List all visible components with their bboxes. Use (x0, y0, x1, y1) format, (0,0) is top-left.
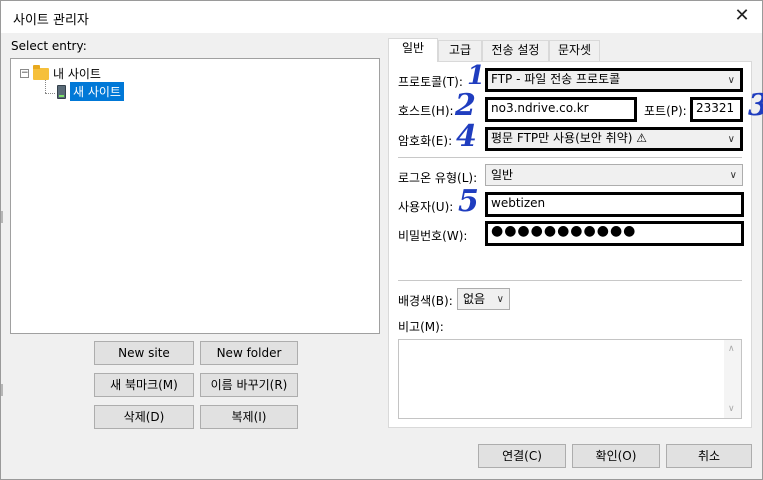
ok-button[interactable]: 확인(O) (572, 444, 660, 468)
title-bar: 사이트 관리자 ✕ (1, 1, 762, 33)
port-label: 포트(P): (644, 104, 687, 118)
annotation-number: 2 (455, 88, 476, 123)
select-entry-label: Select entry: (11, 39, 87, 53)
chevron-down-icon: ∨ (727, 75, 735, 86)
window-title: 사이트 관리자 (13, 13, 89, 28)
tree-item-label-selected: 새 사이트 (70, 82, 124, 101)
server-icon (57, 84, 66, 99)
background-window-edge (1, 384, 3, 396)
annotation-number: 4 (456, 119, 477, 154)
host-label: 호스트(H): (398, 104, 454, 118)
annotation-number: 1 (467, 61, 486, 91)
connect-button[interactable]: 연결(C) (478, 444, 566, 468)
comments-textarea[interactable]: ∧ ∨ (398, 339, 742, 419)
new-site-button[interactable]: New site (94, 341, 194, 365)
new-bookmark-button[interactable]: 새 북마크(M) (94, 373, 194, 397)
tree-connector (45, 93, 55, 94)
tree-item-my-sites[interactable]: − 내 사이트 (20, 64, 101, 82)
port-input[interactable]: 23321 (690, 97, 743, 122)
background-color-label: 배경색(B): (398, 294, 453, 308)
encryption-label: 암호화(E): (398, 134, 453, 148)
encryption-select[interactable]: 평문 FTP만 사용(보안 취약) ⚠ ∨ (485, 127, 743, 151)
tree-connector (45, 80, 46, 93)
site-tree[interactable]: − 내 사이트 새 사이트 (10, 58, 380, 334)
delete-button[interactable]: 삭제(D) (94, 405, 194, 429)
host-input[interactable]: no3.ndrive.co.kr (485, 97, 637, 122)
chevron-down-icon: ∨ (496, 294, 504, 305)
site-manager-dialog: 사이트 관리자 ✕ Select entry: − 내 사이트 새 사이트 Ne… (0, 0, 763, 480)
background-window-edge (1, 211, 3, 223)
logon-type-value: 일반 (491, 168, 514, 182)
comments-label: 비고(M): (398, 320, 444, 334)
annotation-number: 5 (458, 184, 479, 219)
protocol-select[interactable]: FTP - 파일 전송 프로토콜 ∨ (485, 68, 743, 92)
annotation-number: 3 (748, 88, 763, 123)
duplicate-button[interactable]: 복제(I) (200, 405, 298, 429)
tab-general[interactable]: 일반 (388, 38, 438, 62)
scroll-up-icon[interactable]: ∧ (728, 344, 735, 354)
protocol-label: 프로토콜(T): (398, 75, 463, 89)
tree-item-new-site[interactable]: 새 사이트 (57, 82, 124, 101)
password-label: 비밀번호(W): (398, 229, 468, 243)
tab-charset[interactable]: 문자셋 (549, 40, 600, 61)
separator (398, 157, 742, 158)
protocol-value: FTP - 파일 전송 프로토콜 (491, 72, 621, 86)
tree-item-label: 내 사이트 (53, 67, 101, 81)
user-input[interactable]: webtizen (485, 192, 744, 217)
background-color-value: 없음 (463, 292, 486, 306)
rename-button[interactable]: 이름 바꾸기(R) (200, 373, 298, 397)
new-folder-button[interactable]: New folder (200, 341, 298, 365)
chevron-down-icon: ∨ (729, 170, 737, 181)
scroll-down-icon[interactable]: ∨ (728, 404, 735, 414)
encryption-value: 평문 FTP만 사용(보안 취약) ⚠ (491, 131, 647, 145)
cancel-button[interactable]: 취소 (666, 444, 752, 468)
logon-type-select[interactable]: 일반 ∨ (485, 164, 743, 186)
tab-advanced[interactable]: 고급 (438, 40, 482, 61)
close-icon[interactable]: ✕ (730, 4, 754, 28)
user-label: 사용자(U): (398, 200, 454, 214)
tab-transfer-settings[interactable]: 전송 설정 (482, 40, 549, 61)
chevron-down-icon: ∨ (727, 134, 735, 145)
password-input[interactable]: ●●●●●●●●●●● (485, 221, 744, 246)
background-color-select[interactable]: 없음 ∨ (457, 288, 510, 310)
separator (398, 280, 742, 281)
folder-icon (33, 64, 49, 80)
collapse-icon[interactable]: − (20, 69, 29, 78)
comments-scrollbar[interactable]: ∧ ∨ (724, 340, 741, 418)
